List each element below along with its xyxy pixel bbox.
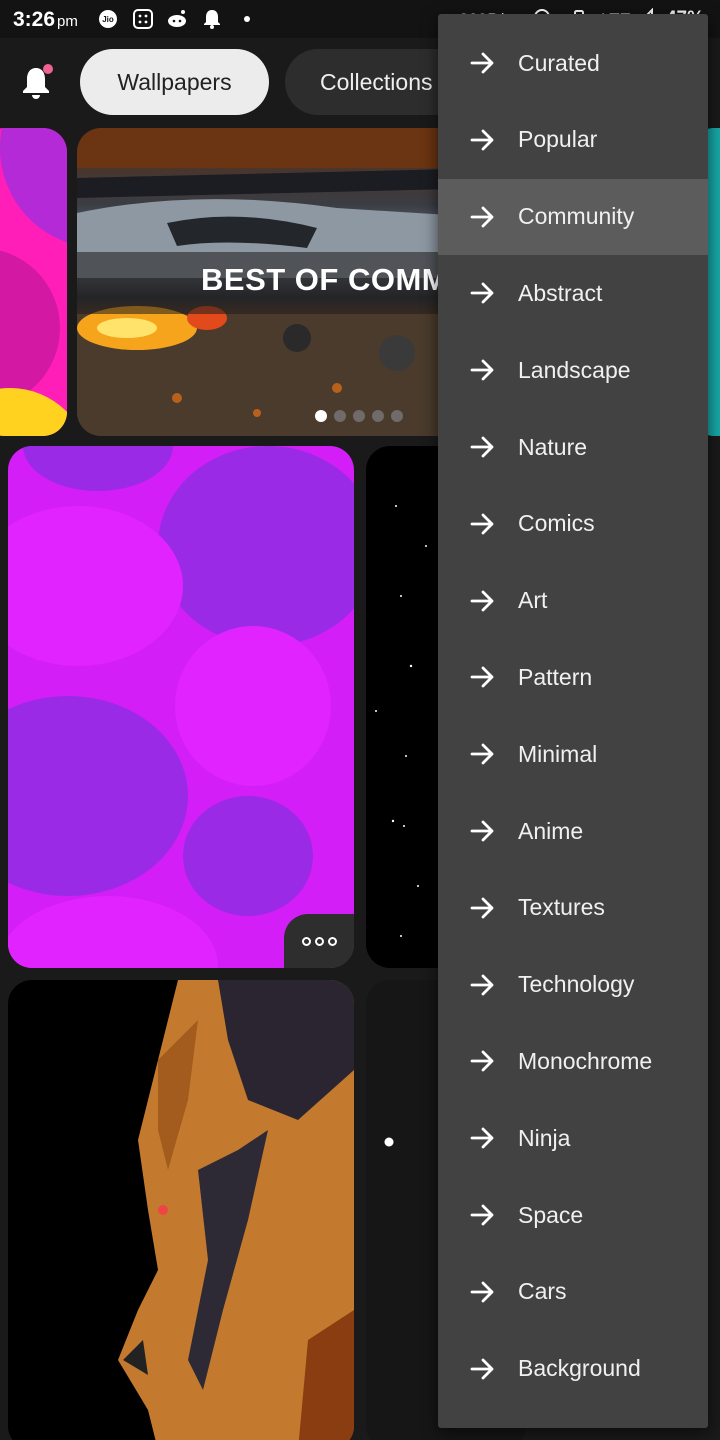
menu-item-monochrome[interactable]: Monochrome: [438, 1023, 708, 1099]
menu-item-label: Popular: [518, 126, 598, 153]
menu-item-label: Ninja: [518, 1124, 571, 1151]
bubble-wallpaper-preview: [8, 446, 354, 968]
menu-item-label: Curated: [518, 49, 600, 76]
featured-carousel-card[interactable]: BEST OF COMMU: [77, 128, 497, 436]
svg-text:Jio: Jio: [102, 15, 114, 24]
menu-item-pattern[interactable]: Pattern: [438, 639, 708, 715]
menu-item-technology[interactable]: Technology: [438, 947, 708, 1023]
menu-item-comics[interactable]: Comics: [438, 486, 708, 562]
carousel-card-previous[interactable]: [0, 128, 67, 436]
notifications-bell-icon[interactable]: [18, 62, 54, 102]
wallpaper-tile[interactable]: [8, 980, 354, 1440]
menu-item-background[interactable]: Background: [438, 1331, 708, 1407]
menu-item-label: Nature: [518, 433, 588, 460]
menu-item-label: Textures: [518, 894, 605, 921]
menu-item-label: Abstract: [518, 279, 603, 306]
menu-item-label: Minimal: [518, 740, 598, 767]
arrow-right-icon: [470, 743, 494, 765]
menu-item-nature[interactable]: Nature: [438, 409, 708, 485]
arrow-right-icon: [470, 1204, 494, 1226]
carousel-dot[interactable]: [353, 410, 365, 422]
menu-item-label: Cars: [518, 1278, 567, 1305]
carousel-dot[interactable]: [334, 410, 346, 422]
tab-wallpapers[interactable]: Wallpapers: [80, 49, 269, 115]
arrow-right-icon: [470, 359, 494, 381]
menu-item-landscape[interactable]: Landscape: [438, 332, 708, 408]
arrow-right-icon: [470, 206, 494, 227]
menu-item-label: Anime: [518, 817, 584, 844]
more-options-icon: [301, 936, 311, 946]
arrow-right-icon: [470, 436, 494, 458]
menu-item-popular[interactable]: Popular: [438, 102, 708, 178]
carousel-dot[interactable]: [315, 410, 327, 422]
reddit-icon: [168, 10, 186, 27]
calculator-icon: [133, 9, 153, 29]
abstract-wallpaper-preview: [0, 128, 67, 436]
arrow-right-icon: [470, 897, 494, 919]
menu-item-abstract[interactable]: Abstract: [438, 255, 708, 331]
arrow-right-icon: [470, 1281, 494, 1303]
arrow-right-icon: [470, 282, 494, 304]
arrow-right-icon: [470, 513, 494, 535]
arrow-right-icon: [470, 1358, 494, 1379]
anime-fox-wallpaper-preview: [118, 980, 354, 1440]
arrow-right-icon: [470, 666, 494, 688]
wallpaper-tile[interactable]: [8, 446, 354, 968]
notification-bell-icon: [204, 10, 220, 29]
menu-item-label: Technology: [518, 971, 635, 998]
menu-item-community[interactable]: Community: [438, 178, 708, 255]
category-dropdown-menu: Curated Popular Community Abstract Landscape…: [438, 14, 708, 1428]
menu-item-label: Pattern: [518, 663, 593, 690]
carousel-indicator: [315, 410, 403, 422]
more-options-icon: [314, 936, 324, 946]
menu-item-cars[interactable]: Cars: [438, 1254, 708, 1330]
status-time: 3:26 pm: [13, 8, 78, 31]
arrow-right-icon: [470, 129, 494, 151]
notification-badge: [43, 64, 53, 74]
jio-icon: Jio: [99, 10, 117, 28]
more-notifications-dot-icon: [244, 16, 250, 22]
arrow-right-icon: [470, 52, 494, 74]
arrow-right-icon: [470, 974, 494, 995]
menu-item-space[interactable]: Space: [438, 1177, 708, 1253]
status-ampm: pm: [57, 13, 78, 30]
arrow-right-icon: [470, 1127, 494, 1149]
arrow-right-icon: [470, 1050, 494, 1072]
menu-item-curated[interactable]: Curated: [438, 25, 708, 101]
carousel-title: BEST OF COMMU: [201, 262, 471, 297]
carousel-dot[interactable]: [372, 410, 384, 422]
menu-item-label: Monochrome: [518, 1047, 653, 1074]
menu-item-art[interactable]: Art: [438, 563, 708, 639]
menu-item-textures[interactable]: Textures: [438, 870, 708, 946]
menu-item-minimal[interactable]: Minimal: [438, 716, 708, 792]
menu-item-label: Landscape: [518, 356, 631, 383]
menu-item-label: Art: [518, 587, 548, 614]
wallpaper-options-button[interactable]: [284, 914, 354, 968]
menu-item-label: Community: [518, 203, 635, 230]
menu-item-anime[interactable]: Anime: [438, 793, 708, 869]
menu-item-ninja[interactable]: Ninja: [438, 1100, 708, 1176]
menu-item-label: Comics: [518, 510, 595, 537]
carousel-dot[interactable]: [391, 410, 403, 422]
arrow-right-icon: [470, 820, 494, 842]
arrow-right-icon: [470, 590, 494, 611]
menu-item-label: Space: [518, 1201, 584, 1228]
menu-item-label: Background: [518, 1355, 641, 1382]
more-options-icon: [327, 936, 337, 946]
